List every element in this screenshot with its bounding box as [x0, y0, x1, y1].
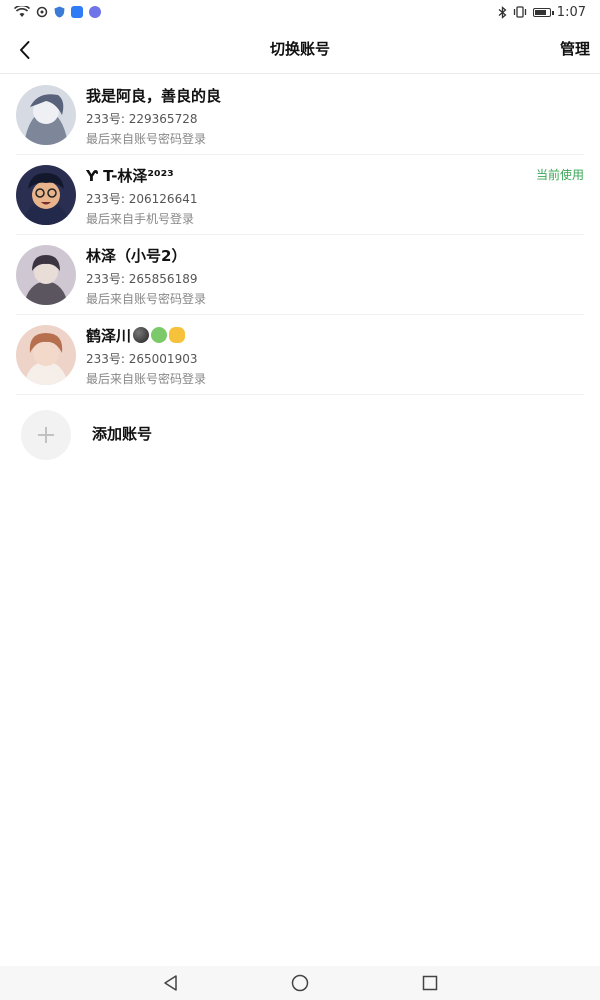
account-id: 233号: 265856189 — [86, 272, 198, 286]
avatar — [16, 245, 76, 305]
add-account-button[interactable]: 添加账号 — [16, 395, 584, 475]
account-name-text: 鹤泽川 — [86, 327, 132, 345]
account-item[interactable]: 林泽（小号2） 233号: 265856189 最后来自账号密码登录 — [16, 235, 584, 315]
shield-icon — [54, 6, 65, 18]
account-name: 鹤泽川 — [86, 325, 186, 346]
vibrate-icon — [513, 6, 526, 18]
status-time: 1:07 — [556, 4, 586, 20]
dark-ball-emoji-icon — [133, 327, 150, 343]
avatar — [16, 325, 76, 385]
status-bar: 1:07 — [0, 0, 600, 24]
account-id: 233号: 265001903 — [86, 352, 198, 366]
login-method: 最后来自账号密码登录 — [86, 132, 207, 146]
wifi-icon — [14, 6, 30, 17]
sync-icon — [36, 6, 48, 18]
login-method: 最后来自账号密码登录 — [86, 372, 207, 386]
account-name: 林泽（小号2） — [86, 247, 187, 265]
account-name: 我是阿良，善良的良 — [86, 87, 222, 105]
avatar — [16, 165, 76, 225]
app-icon — [89, 6, 101, 18]
account-list: 我是阿良，善良的良 233号: 229365728 最后来自账号密码登录 Ƴ T… — [0, 75, 600, 475]
login-method: 最后来自手机号登录 — [86, 212, 195, 226]
status-right-icons: 1:07 — [498, 5, 586, 20]
account-id: 233号: 206126641 — [86, 192, 198, 206]
manage-button[interactable]: 管理 — [560, 24, 590, 74]
fist-emoji-icon — [169, 327, 186, 343]
login-method: 最后来自账号密码登录 — [86, 292, 207, 306]
back-triangle-icon[interactable] — [160, 973, 180, 993]
plus-icon — [21, 410, 71, 460]
bluetooth-icon — [498, 5, 507, 19]
account-item[interactable]: 我是阿良，善良的良 233号: 229365728 最后来自账号密码登录 — [16, 75, 584, 155]
app-icon — [71, 6, 83, 18]
header: 切换账号 管理 — [0, 24, 600, 74]
current-account-badge: 当前使用 — [535, 168, 584, 182]
account-name: Ƴ T-林泽²⁰²³ — [86, 167, 174, 185]
frog-emoji-icon — [151, 327, 168, 343]
account-id: 233号: 229365728 — [86, 112, 198, 126]
add-account-label: 添加账号 — [92, 425, 153, 443]
status-left-icons — [14, 6, 101, 18]
account-item[interactable]: 鹤泽川 233号: 265001903 最后来自账号密码登录 — [16, 315, 584, 395]
battery-icon — [532, 7, 554, 17]
recents-square-icon[interactable] — [420, 973, 440, 993]
system-nav-bar — [0, 966, 600, 1000]
account-item[interactable]: Ƴ T-林泽²⁰²³ 当前使用 233号: 206126641 最后来自手机号登… — [16, 155, 584, 235]
chevron-left-icon[interactable] — [14, 38, 38, 62]
page-title: 切换账号 — [269, 40, 330, 58]
avatar — [16, 85, 76, 145]
home-circle-icon[interactable] — [290, 973, 310, 993]
